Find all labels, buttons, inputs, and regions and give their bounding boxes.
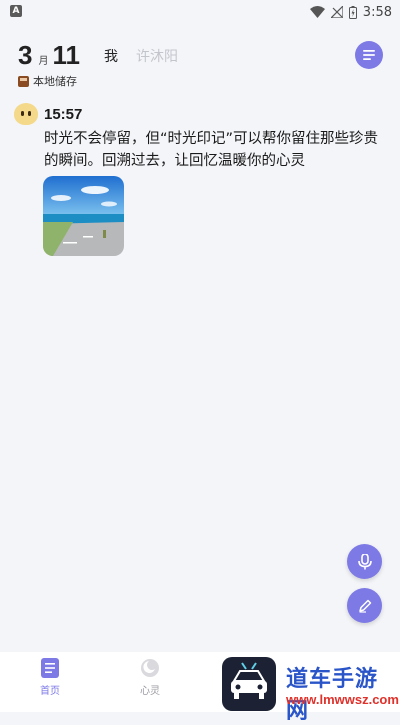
status-bar: A 3:58 — [0, 0, 400, 24]
menu-icon — [363, 50, 375, 60]
watermark-logo — [222, 657, 276, 711]
moon-icon — [141, 659, 159, 677]
date-display: 3 月 11 — [18, 40, 80, 72]
nav-soul-label: 心灵 — [140, 686, 160, 697]
avatar-eye — [28, 111, 31, 116]
nav-home-label: 首页 — [40, 686, 60, 697]
entry-time: 15:57 — [44, 106, 83, 123]
nav-home[interactable]: 首页 — [20, 658, 80, 697]
mood-avatar-icon[interactable] — [14, 103, 38, 125]
date-month-unit: 月 — [38, 56, 49, 67]
tab-me[interactable]: 我 — [104, 46, 118, 66]
date-day: 11 — [52, 40, 80, 70]
nav-soul[interactable]: 心灵 — [120, 658, 180, 697]
entry-text[interactable]: 时光不会停留，但“时光印记”可以帮你留住那些珍贵的瞬间。回溯过去，让回忆温暖你的… — [44, 128, 388, 172]
road-sea-photo — [43, 176, 124, 256]
avatar-eye — [21, 111, 24, 116]
pencil-icon — [358, 599, 371, 613]
battery-icon — [348, 5, 357, 19]
storage-label: 本地储存 — [33, 75, 77, 88]
tab-partner[interactable]: 许沐阳 — [136, 46, 178, 66]
microphone-icon — [357, 553, 372, 569]
car-logo-icon — [231, 662, 267, 699]
watermark-url: www.lmwwsz.com — [286, 692, 399, 707]
site-watermark: 道车手游网 www.lmwwsz.com — [222, 657, 400, 724]
voice-record-button[interactable] — [347, 544, 382, 579]
app-notification-icon: A — [10, 5, 22, 17]
wifi-icon — [309, 6, 325, 18]
menu-button[interactable] — [355, 41, 383, 69]
no-signal-icon — [330, 6, 343, 18]
storage-icon — [18, 75, 29, 87]
storage-indicator[interactable]: 本地储存 — [18, 73, 77, 89]
write-entry-button[interactable] — [347, 588, 382, 623]
entry-photo-thumbnail[interactable] — [43, 176, 124, 256]
date-month: 3 — [18, 40, 33, 70]
home-icon — [41, 658, 59, 678]
status-time: 3:58 — [362, 4, 392, 20]
